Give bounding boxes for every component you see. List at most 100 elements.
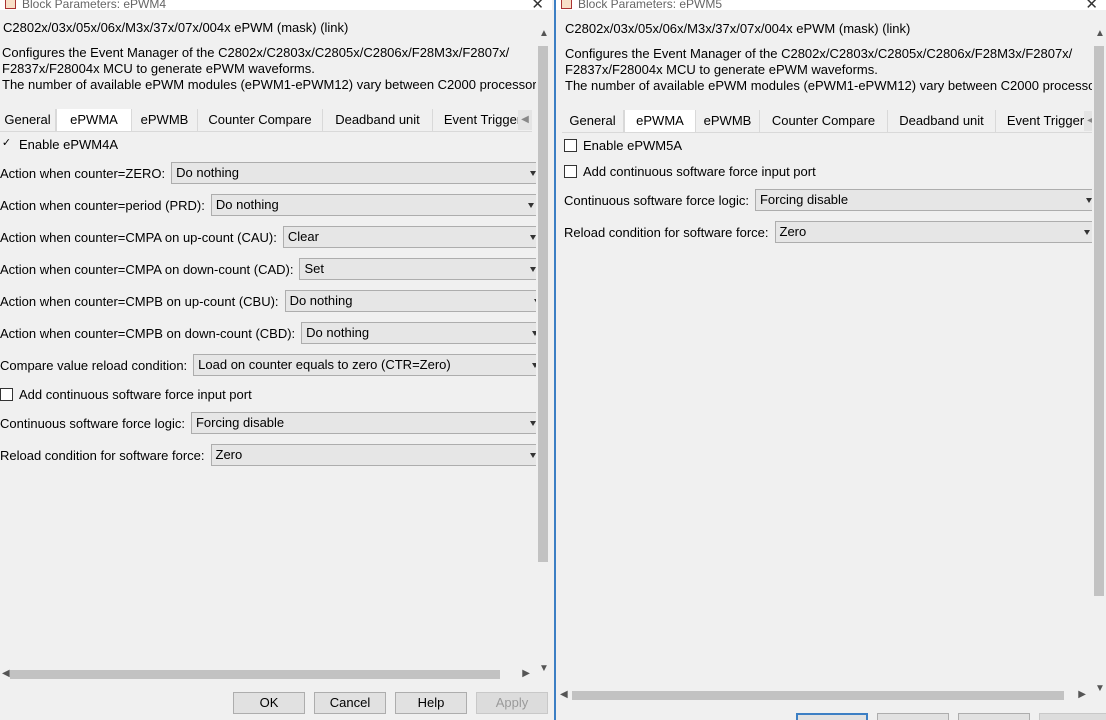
action-zero-dropdown[interactable]: Do nothing [171, 162, 540, 184]
param-row: Action when counter=CMPB on down-count (… [0, 322, 542, 344]
param-row: Action when counter=CMPB on up-count (CB… [0, 290, 543, 312]
param-label: Action when counter=ZERO: [0, 165, 166, 181]
scroll-up-icon[interactable]: ▲ [1095, 28, 1105, 39]
dialog-content: C2802x/03x/05x/06x/M3x/37x/07x/004x ePWM… [0, 10, 552, 720]
block-icon [5, 0, 16, 9]
scroll-thumb[interactable] [10, 670, 500, 679]
param-label: Action when counter=CMPA on down-count (… [0, 261, 294, 277]
horizontal-scrollbar[interactable]: ◀ ▶ [556, 688, 1096, 702]
scroll-right-icon[interactable]: ▶ [1078, 689, 1086, 700]
param-row: Continuous software force logic: Forcing… [564, 189, 1095, 211]
dropdown-value: Forcing disable [759, 192, 849, 207]
dropdown-value: Set [304, 261, 324, 276]
param-label: Compare value reload condition: [0, 357, 188, 373]
param-row: Action when counter=period (PRD): Do not… [0, 194, 537, 216]
dropdown-value: Clear [287, 229, 319, 244]
scroll-thumb[interactable] [538, 46, 548, 562]
tab-deadband-unit[interactable]: Deadband unit [323, 109, 433, 131]
force-logic-dropdown[interactable]: Forcing disable [190, 412, 539, 434]
cancel-button[interactable]: Cancel [314, 692, 386, 714]
action-period-dropdown[interactable]: Do nothing [210, 194, 537, 216]
add-force-port-checkbox[interactable]: Add continuous software force input port [564, 164, 816, 179]
tab-counter-compare[interactable]: Counter Compare [760, 110, 888, 132]
dropdown-value: Zero [779, 224, 807, 239]
force-reload-dropdown[interactable]: Zero [210, 444, 539, 466]
add-force-port-checkbox[interactable]: Add continuous software force input port [0, 387, 252, 402]
tab-event-trigger[interactable]: Event Trigger [996, 110, 1096, 132]
tab-counter-compare[interactable]: Counter Compare [198, 109, 323, 131]
description-line: The number of available ePWM modules (eP… [565, 78, 1106, 93]
ok-button[interactable]: OK [233, 692, 305, 714]
tab-general[interactable]: General [0, 109, 56, 131]
checkbox-label: Add continuous software force input port [583, 164, 816, 179]
block-icon [561, 0, 572, 9]
param-row: Compare value reload condition: Load on … [0, 354, 542, 376]
param-row: Reload condition for software force: Zer… [0, 444, 539, 466]
vertical-scrollbar[interactable]: ▲ ▼ [1092, 28, 1106, 694]
param-label: Action when counter=period (PRD): [0, 197, 205, 213]
checkbox-box [564, 139, 577, 152]
description-line: F2837x/F28004x MCU to generate ePWM wave… [2, 61, 315, 76]
dropdown-value: Do nothing [289, 293, 353, 308]
tab-bar: General ePWMA ePWMB Counter Compare Dead… [562, 110, 1104, 133]
block-header: C2802x/03x/05x/06x/M3x/37x/07x/004x ePWM… [3, 20, 349, 35]
scroll-down-icon[interactable]: ▼ [539, 663, 549, 674]
enable-epwm-checkbox[interactable]: Enable ePWM5A [564, 138, 682, 153]
cancel-button[interactable] [877, 713, 949, 720]
apply-button[interactable] [1039, 713, 1106, 720]
tab-general[interactable]: General [562, 110, 624, 132]
param-row: Action when counter=ZERO: Do nothing [0, 162, 540, 184]
help-button[interactable]: Help [395, 692, 467, 714]
param-row: Reload condition for software force: Zer… [564, 221, 1093, 243]
param-row: Action when counter=CMPA on up-count (CA… [0, 226, 539, 248]
action-cmpa-down-dropdown[interactable]: Set [299, 258, 540, 280]
param-label: Reload condition for software force: [564, 224, 769, 240]
help-button[interactable] [958, 713, 1030, 720]
chevron-down-icon [527, 203, 534, 208]
tab-scroll-left-icon[interactable]: ◀ [518, 110, 532, 130]
block-parameters-window-epwm5: Block Parameters: ePWM5 ✕ C2802x/03x/05x… [554, 0, 1106, 720]
param-label: Reload condition for software force: [0, 447, 205, 463]
tab-bar: General ePWMA ePWMB Counter Compare Dead… [0, 109, 532, 132]
checkbox-box [0, 388, 13, 401]
chevron-down-icon [529, 235, 536, 240]
vertical-scrollbar[interactable]: ▲ ▼ [536, 28, 550, 674]
scroll-down-icon[interactable]: ▼ [1095, 683, 1105, 694]
compare-reload-dropdown[interactable]: Load on counter equals to zero (CTR=Zero… [193, 354, 542, 376]
dropdown-value: Do nothing [176, 165, 239, 180]
checkmark-icon: ✓ [1, 137, 12, 149]
action-cmpa-up-dropdown[interactable]: Clear [282, 226, 539, 248]
checkbox-label: Add continuous software force input port [19, 387, 252, 402]
force-logic-dropdown[interactable]: Forcing disable [754, 189, 1095, 211]
checkbox-label: Enable ePWM4A [19, 137, 118, 152]
scroll-up-icon[interactable]: ▲ [539, 28, 549, 39]
scroll-left-icon[interactable]: ◀ [2, 668, 10, 679]
dropdown-value: Do nothing [306, 325, 370, 340]
horizontal-scrollbar[interactable]: ◀ ▶ [0, 667, 536, 681]
action-cmpb-down-dropdown[interactable]: Do nothing [301, 322, 542, 344]
tab-epwma[interactable]: ePWMA [56, 109, 132, 131]
scroll-thumb[interactable] [1094, 46, 1104, 596]
checkbox-label: Enable ePWM5A [583, 138, 682, 153]
block-description: Configures the Event Manager of the C280… [565, 46, 1106, 94]
tab-epwma[interactable]: ePWMA [624, 110, 696, 132]
action-cmpb-up-dropdown[interactable]: Do nothing [284, 290, 543, 312]
scroll-left-icon[interactable]: ◀ [560, 689, 568, 700]
enable-epwm-checkbox[interactable]: ✓ Enable ePWM4A [0, 137, 118, 152]
dialog-content: C2802x/03x/05x/06x/M3x/37x/07x/004x ePWM… [556, 10, 1106, 720]
tab-epwmb[interactable]: ePWMB [132, 109, 198, 131]
force-reload-dropdown[interactable]: Zero [774, 221, 1093, 243]
tab-epwmb[interactable]: ePWMB [696, 110, 760, 132]
ok-button[interactable] [796, 713, 868, 720]
title-bar: Block Parameters: ePWM4 ✕ [0, 0, 552, 13]
scroll-thumb[interactable] [572, 691, 1064, 700]
scroll-right-icon[interactable]: ▶ [522, 668, 530, 679]
param-label: Continuous software force logic: [0, 415, 185, 431]
block-header: C2802x/03x/05x/06x/M3x/37x/07x/004x ePWM… [565, 21, 911, 36]
param-label: Action when counter=CMPA on up-count (CA… [0, 229, 277, 245]
description-line: Configures the Event Manager of the C280… [2, 45, 510, 60]
chevron-down-icon [529, 453, 536, 458]
apply-button[interactable]: Apply [476, 692, 548, 714]
tab-deadband-unit[interactable]: Deadband unit [888, 110, 996, 132]
block-parameters-window-epwm4: Block Parameters: ePWM4 ✕ C2802x/03x/05x… [0, 0, 552, 720]
